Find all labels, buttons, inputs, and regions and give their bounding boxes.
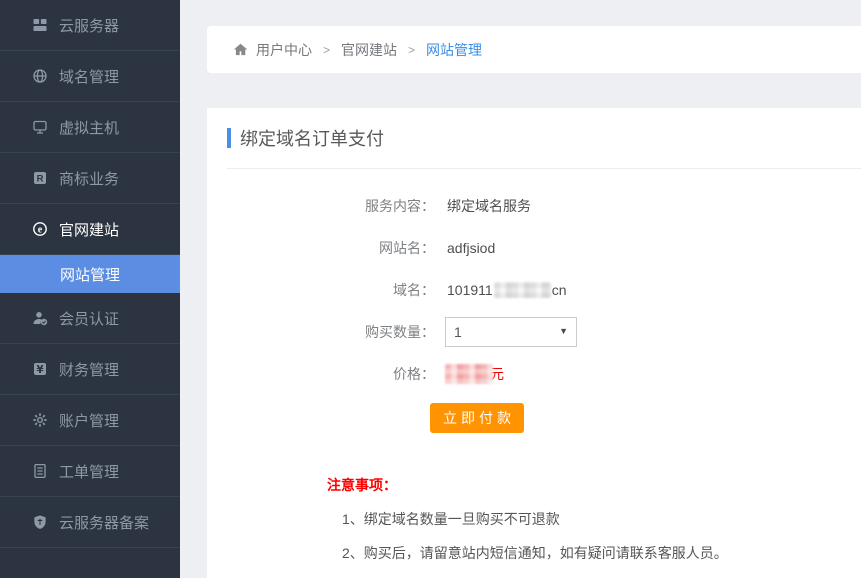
form-row-sitename: 网站名： adfjsiod [227,227,861,269]
svg-text:e: e [38,224,43,235]
breadcrumb-item-user-center[interactable]: 用户中心 [256,40,312,60]
pay-button-row: 立即付款 [227,403,861,433]
sidebar-item-member-cert[interactable]: 会员认证 [0,293,180,344]
breadcrumb-separator: > [323,43,330,57]
sidebar-item-account[interactable]: 账户管理 [0,395,180,446]
quantity-label: 购买数量： [227,322,435,342]
sidebar-item-label: 财务管理 [59,359,119,380]
price-redacted-blur [445,364,493,384]
sidebar-item-website-build[interactable]: e 官网建站 [0,204,180,255]
sidebar-item-virtual-host[interactable]: 虚拟主机 [0,102,180,153]
finance-icon: ¥ [32,361,48,377]
title-accent-bar [227,128,231,148]
breadcrumb-separator: > [408,43,415,57]
sidebar-item-label: 云服务器 [59,15,119,36]
sidebar-item-work-order[interactable]: 工单管理 [0,446,180,497]
cloud-server-icon [32,17,48,33]
sidebar-item-label: 域名管理 [59,66,119,87]
domain-prefix: 101911 [447,282,493,298]
work-order-icon [32,463,48,479]
sidebar-item-label: 会员认证 [59,308,119,329]
website-build-icon: e [32,221,48,237]
sidebar-item-label: 官网建站 [59,219,119,240]
form-row-service: 服务内容： 绑定域名服务 [227,185,861,227]
sidebar-item-label: 商标业务 [59,168,119,189]
sidebar-item-server-filing[interactable]: 云服务器备案 [0,497,180,548]
form-row-domain: 域名： 101911 cn [227,269,861,311]
quantity-select-wrap: 1 ▼ [445,317,577,347]
quantity-select[interactable]: 1 [445,317,577,347]
service-value: 绑定域名服务 [447,196,531,216]
svg-text:R: R [37,174,44,185]
price-label: 价格： [227,364,435,384]
note-item-2: 2、购买后，请留意站内短信通知，如有疑问请联系客服人员。 [342,543,861,563]
filing-shield-icon [32,514,48,530]
main-panel: 绑定域名订单支付 服务内容： 绑定域名服务 网站名： adfjsiod 域名： … [207,108,861,578]
sidebar-item-label: 云服务器备案 [59,512,149,533]
sidebar-item-finance[interactable]: ¥ 财务管理 [0,344,180,395]
sitename-value: adfjsiod [447,240,495,256]
home-icon [233,42,248,57]
sidebar-item-trademark[interactable]: R 商标业务 [0,153,180,204]
notes-heading: 注意事项： [327,475,861,495]
trademark-icon: R [32,170,48,186]
breadcrumb-item-website-build[interactable]: 官网建站 [341,40,397,60]
svg-text:¥: ¥ [36,364,44,376]
sidebar-item-domain[interactable]: 域名管理 [0,51,180,102]
domain-label: 域名： [227,280,435,300]
sidebar-submenu-website-management[interactable]: 网站管理 [0,255,180,293]
pay-now-button[interactable]: 立即付款 [430,403,524,433]
domain-icon [32,68,48,84]
sidebar-item-cloud-server[interactable]: 云服务器 [0,0,180,51]
form-row-price: 价格： 元 [227,353,861,395]
sidebar: 云服务器 域名管理 虚拟主机 R 商标业务 e 官网建站 网站管理 会员认证 [0,0,180,578]
account-gear-icon [32,412,48,428]
sidebar-item-label: 账户管理 [59,410,119,431]
virtual-host-icon [32,119,48,135]
note-item-1: 1、绑定域名数量一旦购买不可退款 [342,509,861,529]
sidebar-item-label: 工单管理 [59,461,119,482]
page-title: 绑定域名订单支付 [240,125,384,151]
breadcrumb: 用户中心 > 官网建站 > 网站管理 [207,26,861,73]
sidebar-submenu-label: 网站管理 [60,264,120,285]
order-form: 服务内容： 绑定域名服务 网站名： adfjsiod 域名： 101911 cn… [227,185,861,433]
panel-title-row: 绑定域名订单支付 [227,125,861,169]
breadcrumb-item-website-management[interactable]: 网站管理 [426,40,482,60]
service-label: 服务内容： [227,196,435,216]
domain-value: 101911 cn [447,282,566,298]
notes-section: 注意事项： 1、绑定域名数量一旦购买不可退款 2、购买后，请留意站内短信通知，如… [327,475,861,563]
member-cert-icon [32,310,48,326]
domain-suffix: cn [552,282,567,298]
content-area: 用户中心 > 官网建站 > 网站管理 绑定域名订单支付 服务内容： 绑定域名服务… [207,0,861,578]
sitename-label: 网站名： [227,238,435,258]
sidebar-item-label: 虚拟主机 [59,117,119,138]
form-row-quantity: 购买数量： 1 ▼ [227,311,861,353]
domain-redacted-blur [494,282,551,298]
